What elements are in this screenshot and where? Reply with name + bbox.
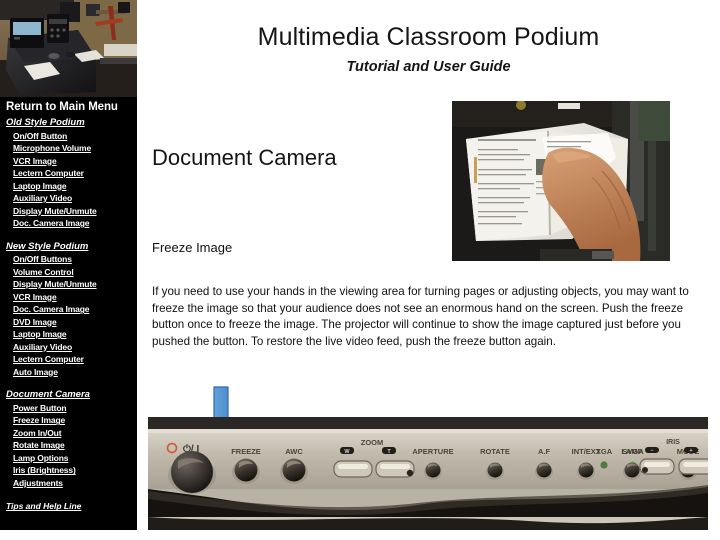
sidebar-item-display-mute-unmute[interactable]: Display Mute/Unmute: [4, 205, 137, 218]
freeze-button-label: FREEZE: [231, 447, 261, 456]
sidebar-item-microphone-volume[interactable]: Microphone Volume: [4, 142, 137, 155]
sidebar-group-title-old-style-podium[interactable]: Old Style Podium: [4, 117, 137, 130]
sidebar-item-zoom-in-out[interactable]: Zoom In/Out: [4, 427, 137, 440]
sidebar-group-title-new-style-podium[interactable]: New Style Podium: [4, 241, 137, 254]
xga-led: [600, 461, 608, 469]
sidebar-group-title-document-camera[interactable]: Document Camera: [4, 389, 137, 402]
aperture-button-label: APERTURE: [412, 447, 453, 456]
page-header: Multimedia Classroom Podium Tutorial and…: [137, 0, 720, 76]
sidebar-item-lectern-computer-new[interactable]: Lectern Computer: [4, 353, 137, 366]
mode-button-label: MODE: [677, 447, 700, 456]
zoom-wide-mark: W: [344, 449, 350, 455]
sidebar-item-lamp-options[interactable]: Lamp Options: [4, 452, 137, 465]
zoom-group-label: ZOOM: [361, 438, 384, 447]
sidebar-item-freeze-image[interactable]: Freeze Image: [4, 414, 137, 427]
sidebar-item-lectern-computer[interactable]: Lectern Computer: [4, 167, 137, 180]
sidebar-item-dvd-image[interactable]: DVD Image: [4, 316, 137, 329]
awc-button-label: AWC: [285, 447, 303, 456]
section-title: Document Camera: [152, 145, 337, 170]
sidebar-item-on-off-button[interactable]: On/Off Button: [4, 130, 137, 143]
page-title: Multimedia Classroom Podium: [257, 23, 600, 51]
control-panel-photo-image: ⏻/ I FREEZE AWC ZOOM APERTURE ROTATE A.F…: [148, 417, 708, 530]
svga-indicator-label: SVGA: [622, 447, 644, 456]
left-column: Return to Main Menu Old Style Podium On/…: [0, 0, 137, 540]
sidebar-item-power-button[interactable]: Power Button: [4, 402, 137, 415]
sidebar-item-vcr-image-new[interactable]: VCR Image: [4, 291, 137, 304]
podium-photo-image: [0, 0, 137, 97]
sidebar-item-rotate-image[interactable]: Rotate Image: [4, 439, 137, 452]
sidebar-item-auto-image[interactable]: Auto Image: [4, 366, 137, 379]
sidebar-item-vcr-image[interactable]: VCR Image: [4, 155, 137, 168]
sidebar-item-doc-camera-image-new[interactable]: Doc. Camera Image: [4, 303, 137, 316]
sidebar-item-doc-camera-image[interactable]: Doc. Camera Image: [4, 217, 137, 230]
podium-photo: [0, 0, 137, 97]
xga-indicator-label: XGA: [596, 447, 613, 456]
svga-led: [629, 461, 637, 469]
sidebar-item-laptop-image[interactable]: Laptop Image: [4, 180, 137, 193]
sidebar-item-iris-brightness[interactable]: Iris (Brightness): [4, 464, 137, 477]
sub-heading-freeze-image: Freeze Image: [152, 240, 233, 255]
sidebar-item-auxiliary-video[interactable]: Auxiliary Video: [4, 192, 137, 205]
rotate-button-label: ROTATE: [480, 447, 510, 456]
sidebar-return-to-main-menu[interactable]: Return to Main Menu: [4, 101, 137, 117]
body-paragraph: If you need to use your hands in the vie…: [152, 285, 689, 348]
sidebar-item-auxiliary-video-new[interactable]: Auxiliary Video: [4, 341, 137, 354]
af-button-label: A.F: [538, 447, 551, 456]
page-subtitle: Tutorial and User Guide: [346, 59, 511, 75]
document-camera-photo-image: [452, 101, 670, 261]
sidebar-item-adjustments[interactable]: Adjustments: [4, 477, 137, 490]
sidebar-item-display-mute-unmute-new[interactable]: Display Mute/Unmute: [4, 278, 137, 291]
control-panel-photo: ⏻/ I FREEZE AWC ZOOM APERTURE ROTATE A.F…: [148, 417, 708, 530]
sidebar-item-laptop-image-new[interactable]: Laptop Image: [4, 328, 137, 341]
sidebar-item-volume-control[interactable]: Volume Control: [4, 266, 137, 279]
document-camera-photo: [452, 101, 670, 261]
sidebar-tips-and-help-line[interactable]: Tips and Help Line: [4, 500, 137, 512]
sidebar-item-on-off-buttons[interactable]: On/Off Buttons: [4, 253, 137, 266]
sidebar-navigation: Return to Main Menu Old Style Podium On/…: [0, 97, 137, 530]
